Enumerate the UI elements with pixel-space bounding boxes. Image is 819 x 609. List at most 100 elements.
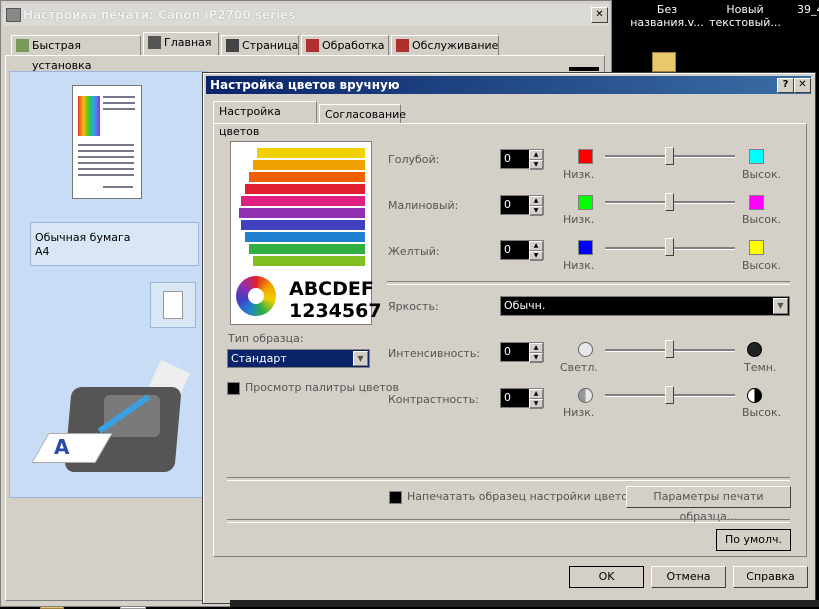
close-icon[interactable]: ✕	[794, 78, 811, 93]
up-arrow-icon[interactable]: ▲	[529, 241, 543, 251]
back-title-bar: Настройка печати: Canon iP2700 series ✕	[3, 4, 609, 26]
sample-text-digits: 1234567	[289, 300, 382, 322]
ok-button[interactable]: OK	[569, 566, 644, 588]
brightness-label: Яркость:	[388, 300, 439, 313]
defaults-button[interactable]: По умолч.	[716, 529, 791, 551]
processing-icon	[306, 39, 319, 52]
light-circle-icon	[578, 342, 593, 357]
cyan-high-label: Высок.	[742, 168, 782, 181]
back-window-title: Настройка печати: Canon iP2700 series	[23, 8, 296, 22]
intensity-stepper[interactable]: 0 ▲ ▼	[500, 342, 544, 363]
brightness-value: Обычн.	[504, 299, 546, 312]
magenta-slider-thumb[interactable]	[665, 193, 674, 211]
paper-size-text: A4	[35, 245, 50, 258]
down-arrow-icon[interactable]: ▼	[529, 251, 543, 261]
yellow-low-label: Низк.	[563, 259, 595, 272]
palette-view-checkbox[interactable]	[227, 382, 240, 395]
tab-label: Главная	[164, 36, 212, 49]
desktop-icon-label[interactable]: Новый текстовый...	[704, 3, 786, 29]
sample-type-select[interactable]: Стандарт ▼	[227, 349, 370, 368]
contrast-low-label: Низк.	[563, 406, 595, 419]
magenta-label: Малиновый:	[388, 199, 459, 212]
chevron-down-icon[interactable]: ▼	[773, 298, 788, 314]
cyan-stepper[interactable]: 0 ▲ ▼	[500, 149, 544, 170]
chevron-down-icon[interactable]: ▼	[353, 351, 368, 366]
dialog-title: Настройка цветов вручную	[210, 78, 400, 92]
contrast-stepper[interactable]: 0 ▲ ▼	[500, 388, 544, 409]
color-sample-preview: ABCDEF 1234567	[230, 141, 382, 325]
tab-maintenance[interactable]: Обслуживание	[391, 35, 499, 55]
desktop-icon-label[interactable]: 39_4	[797, 3, 819, 16]
contrast-value: 0	[504, 391, 511, 404]
down-arrow-icon[interactable]: ▼	[529, 206, 543, 216]
high-contrast-icon	[747, 388, 762, 403]
pattern-params-button[interactable]: Параметры печати образца...	[626, 486, 791, 523]
tab-quick-setup[interactable]: Быстрая установка	[11, 35, 141, 72]
cancel-button[interactable]: Отмена	[651, 566, 726, 588]
desktop-icon-label[interactable]: Без названия.v...	[626, 3, 708, 29]
manual-color-dialog: Настройка цветов вручную ? ✕ Настройка ц…	[202, 72, 816, 604]
up-arrow-icon[interactable]: ▲	[529, 150, 543, 160]
cyan-low-label: Низк.	[563, 168, 595, 181]
paper-type-text: Обычная бумага	[35, 231, 131, 244]
sample-type-label: Тип образца:	[228, 332, 304, 345]
down-arrow-icon[interactable]: ▼	[529, 160, 543, 170]
page-preview-icon	[72, 85, 142, 199]
intensity-low-label: Светл.	[560, 361, 598, 374]
folder-icon[interactable]	[652, 52, 676, 72]
divider	[227, 477, 790, 481]
cyan-slider-thumb[interactable]	[665, 147, 674, 165]
magenta-stepper[interactable]: 0 ▲ ▼	[500, 195, 544, 216]
maintenance-icon	[396, 39, 409, 52]
intensity-high-label: Темн.	[744, 361, 777, 374]
magenta-low-label: Низк.	[563, 213, 595, 226]
taskbar-strip	[230, 600, 819, 607]
print-pattern-checkbox[interactable]	[389, 491, 402, 504]
magenta-value: 0	[504, 198, 511, 211]
tab-main[interactable]: Главная	[143, 32, 219, 55]
contrast-label: Контрастность:	[388, 393, 479, 406]
tab-label: Обслуживание	[412, 39, 499, 52]
tab-matching[interactable]: Согласование	[319, 104, 406, 124]
up-arrow-icon[interactable]: ▲	[529, 389, 543, 399]
brightness-select[interactable]: Обычн. ▼	[500, 296, 790, 316]
dark-circle-icon	[747, 342, 762, 357]
pencils-image	[237, 148, 365, 270]
yellow-slider-thumb[interactable]	[665, 238, 674, 256]
down-arrow-icon[interactable]: ▼	[529, 353, 543, 363]
intensity-slider-thumb[interactable]	[665, 340, 674, 358]
tab-label: Обработка	[322, 39, 385, 52]
divider	[387, 281, 790, 285]
main-icon	[148, 36, 161, 49]
quick-setup-icon	[16, 39, 29, 52]
printer-icon	[6, 8, 21, 22]
tab-color-settings[interactable]: Настройка цветов	[213, 101, 317, 138]
help-button[interactable]: Справка	[733, 566, 808, 588]
tab-processing[interactable]: Обработка	[301, 35, 389, 55]
tab-label: Согласование	[325, 108, 407, 121]
magenta-high-label: Высок.	[742, 213, 782, 226]
yellow-stepper[interactable]: 0 ▲ ▼	[500, 240, 544, 261]
yellow-swatch-icon	[749, 240, 764, 255]
up-arrow-icon[interactable]: ▲	[529, 196, 543, 206]
close-icon[interactable]: ✕	[591, 7, 608, 23]
green-swatch-icon	[578, 195, 593, 210]
help-title-button[interactable]: ?	[777, 78, 794, 93]
sample-type-value: Стандарт	[231, 352, 287, 365]
divider	[227, 519, 790, 523]
color-wheel-icon	[236, 276, 276, 316]
back-combo-edge	[569, 67, 599, 71]
low-contrast-icon	[578, 388, 593, 403]
magenta-swatch-icon	[749, 195, 764, 210]
up-arrow-icon[interactable]: ▲	[529, 343, 543, 353]
page-icon	[226, 39, 239, 52]
cyan-label: Голубой:	[388, 153, 440, 166]
tab-label: Страница	[242, 39, 299, 52]
palette-view-label: Просмотр палитры цветов	[245, 381, 399, 394]
paper-info-box: Обычная бумага A4	[30, 222, 199, 266]
printer-image-icon: A	[31, 359, 191, 477]
cyan-value: 0	[504, 152, 511, 165]
contrast-slider-thumb[interactable]	[665, 386, 674, 404]
down-arrow-icon[interactable]: ▼	[529, 399, 543, 409]
tab-page[interactable]: Страница	[221, 35, 299, 55]
